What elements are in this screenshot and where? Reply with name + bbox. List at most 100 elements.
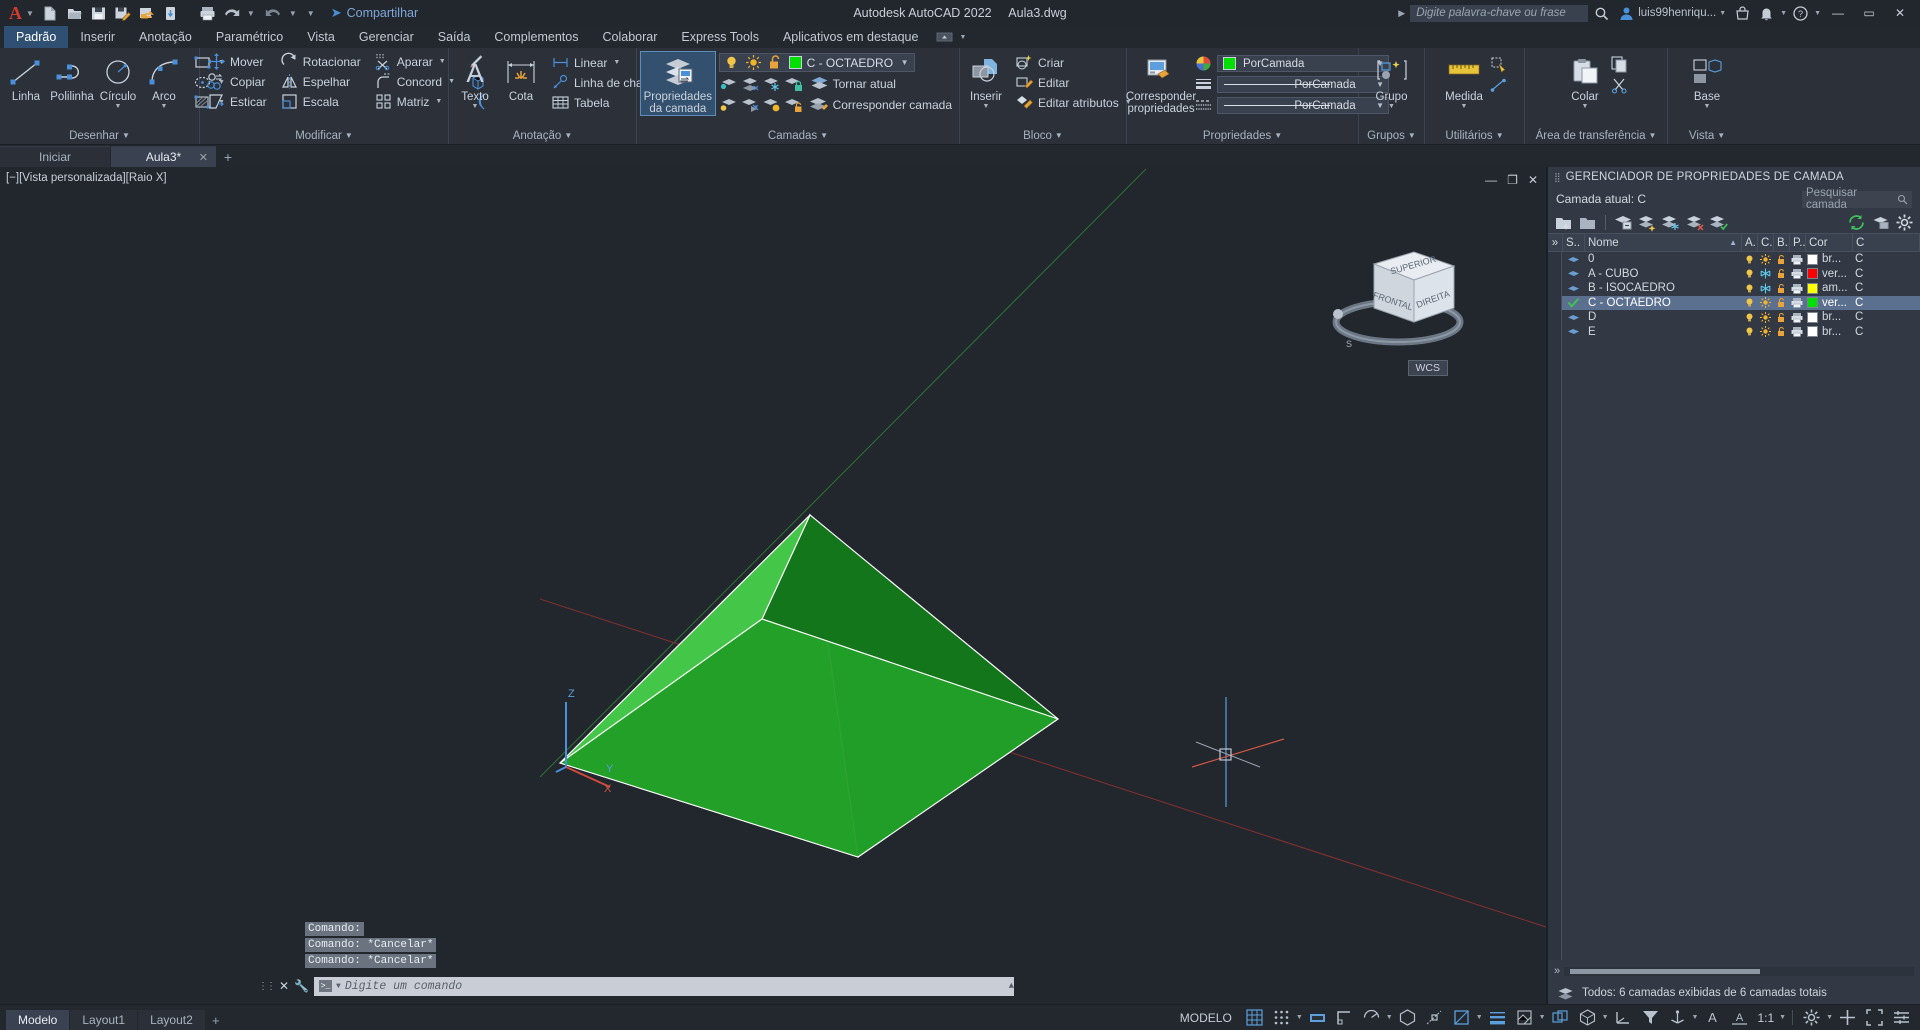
layer-check-icon[interactable]: [1710, 213, 1729, 232]
tool-inserir-bloco[interactable]: Inserir ▼: [964, 52, 1008, 110]
refresh-icon[interactable]: [1847, 213, 1866, 232]
column-cor[interactable]: Cor: [1806, 234, 1853, 251]
command-close-icon[interactable]: ✕: [279, 979, 289, 993]
tool-polilinha[interactable]: Polilinha: [50, 52, 94, 103]
ribbon-tab-vista[interactable]: Vista: [295, 26, 347, 48]
ribbon-tab-inserir[interactable]: Inserir: [68, 26, 127, 48]
chevron-down-icon[interactable]: ▼: [472, 103, 479, 110]
layer-off-icon[interactable]: [741, 74, 760, 93]
annotation-visibility-icon[interactable]: A: [1700, 1007, 1725, 1029]
dynamic-ucs-icon[interactable]: [1611, 1007, 1636, 1029]
new-layer-icon[interactable]: [1554, 213, 1573, 232]
redo-chevron-icon[interactable]: ▼: [287, 9, 303, 18]
drawing-canvas[interactable]: [−][Vista personalizada][Raio X] — ❐ ✕ Z…: [0, 167, 1546, 1004]
layer-state-new-icon[interactable]: [1662, 213, 1681, 232]
layer-on-icon[interactable]: [741, 95, 760, 114]
new-layer-vp-icon[interactable]: [1578, 213, 1597, 232]
layer-color-swatch[interactable]: [788, 56, 802, 69]
command-input[interactable]: >_ ▼ Digite um comando ▲: [314, 976, 1015, 996]
row-freeze-icon[interactable]: [1757, 310, 1773, 325]
tool-medida[interactable]: Medida ▼: [1441, 52, 1487, 110]
chevron-down-icon[interactable]: ▼: [345, 131, 353, 140]
row-freeze-icon[interactable]: [1757, 325, 1773, 340]
bell-notification-icon[interactable]: [1756, 3, 1777, 23]
command-expand-icon[interactable]: ▲: [1009, 981, 1014, 991]
row-extra[interactable]: C: [1852, 281, 1920, 296]
color-wheel-icon[interactable]: [1194, 54, 1213, 73]
ribbon-tab-saida[interactable]: Saída: [426, 26, 483, 48]
search-expand-icon[interactable]: ▶: [1398, 8, 1405, 19]
quick-select-icon[interactable]: [1489, 55, 1508, 74]
row-color[interactable]: ver...: [1805, 267, 1852, 282]
osnap3d-chevron-icon[interactable]: ▼: [1602, 1014, 1609, 1021]
row-plot-icon[interactable]: [1789, 325, 1805, 340]
snap-chevron-icon[interactable]: ▼: [1296, 1014, 1303, 1021]
table-row[interactable]: D br... C: [1562, 310, 1920, 325]
row-on-icon[interactable]: [1741, 281, 1757, 296]
chevron-down-icon[interactable]: ▼: [115, 103, 122, 110]
set-current-icon[interactable]: [1638, 213, 1657, 232]
row-status-icon[interactable]: [1562, 310, 1584, 325]
undo-icon[interactable]: [221, 3, 243, 24]
tool-criar-bloco[interactable]: Criar: [1012, 53, 1135, 72]
layer-unlock-icon[interactable]: [784, 95, 804, 114]
layer-search-input[interactable]: Pesquisar camada: [1802, 187, 1912, 211]
tool-corresponder-propriedades[interactable]: Corresponder propriedades: [1126, 52, 1196, 115]
row-extra[interactable]: C: [1852, 310, 1920, 325]
chevron-down-icon[interactable]: ▼: [983, 103, 990, 110]
row-current-check-icon[interactable]: [1562, 296, 1584, 311]
chevron-down-icon[interactable]: ▼: [1582, 103, 1589, 110]
ribbon-tab-express-tools[interactable]: Express Tools: [669, 26, 771, 48]
row-on-icon[interactable]: [1741, 325, 1757, 340]
workspace-chevron-icon[interactable]: ▼: [1826, 1014, 1833, 1021]
layout-tab-modelo[interactable]: Modelo: [6, 1010, 70, 1030]
row-name[interactable]: B - ISOCAEDRO: [1584, 281, 1741, 296]
qat-customize-icon[interactable]: ▼: [305, 9, 321, 18]
row-extra[interactable]: C: [1852, 252, 1920, 267]
tool-rotacionar[interactable]: Rotacionar: [277, 52, 364, 71]
chevron-down-icon[interactable]: ▼: [1496, 131, 1504, 140]
chevron-down-icon[interactable]: ▼: [435, 98, 442, 105]
table-row[interactable]: E br... C: [1562, 325, 1920, 340]
chevron-down-icon[interactable]: ▼: [564, 131, 572, 140]
tool-circulo[interactable]: Círculo ▼: [96, 52, 140, 110]
workspace-gear-icon[interactable]: [1799, 1007, 1824, 1029]
horizontal-scrollbar[interactable]: [1564, 966, 1914, 976]
column-expand[interactable]: »: [1548, 234, 1563, 251]
delete-layer-icon[interactable]: [1614, 213, 1633, 232]
tool-concordancia[interactable]: Concord ▼: [371, 72, 458, 91]
row-status-icon[interactable]: [1562, 281, 1584, 296]
cut-clip-icon[interactable]: [1610, 76, 1629, 95]
tool-editar-atributos[interactable]: Editar atributos ▼: [1012, 93, 1135, 112]
table-row[interactable]: 0 br... C: [1562, 252, 1920, 267]
isometric-draft-icon[interactable]: [1395, 1007, 1420, 1029]
customization-icon[interactable]: [1889, 1007, 1914, 1029]
export-icon[interactable]: [136, 3, 158, 24]
object-snap-tracking-icon[interactable]: [1422, 1007, 1447, 1029]
chevron-down-icon[interactable]: ▼: [820, 131, 828, 140]
panel-grip-icon[interactable]: ⣿: [1554, 173, 1561, 182]
save-icon[interactable]: [88, 3, 110, 24]
row-freeze-icon[interactable]: [1757, 267, 1773, 282]
row-extra[interactable]: C: [1852, 325, 1920, 340]
window-close-button[interactable]: ✕: [1886, 1, 1914, 25]
ribbon-tab-complementos[interactable]: Complementos: [482, 26, 590, 48]
row-plot-icon[interactable]: [1789, 310, 1805, 325]
ribbon-minimize-control[interactable]: ▼: [930, 26, 972, 48]
lineweight-icon[interactable]: [1485, 1007, 1510, 1029]
cloud-sync-icon[interactable]: [160, 3, 182, 24]
column-freeze[interactable]: C.: [1758, 234, 1774, 251]
tool-arco[interactable]: Arco ▼: [142, 52, 186, 110]
tool-matriz[interactable]: Matriz ▼: [371, 92, 458, 111]
gizmo-icon[interactable]: [1665, 1007, 1690, 1029]
tool-base[interactable]: Base ▼: [1685, 52, 1729, 110]
row-status-icon[interactable]: [1562, 267, 1584, 282]
layer-settings-panel-icon[interactable]: [1871, 213, 1890, 232]
scrollbar-thumb[interactable]: [1570, 968, 1761, 974]
window-maximize-button[interactable]: ▭: [1855, 1, 1883, 25]
tool-escala[interactable]: Escala: [277, 92, 364, 111]
autodesk-app-store-icon[interactable]: [1732, 3, 1753, 23]
ribbon-tab-anotacao[interactable]: Anotação: [127, 26, 204, 48]
layer-freeze-all-icon[interactable]: [1686, 213, 1705, 232]
chevron-down-icon[interactable]: ▼: [1274, 131, 1282, 140]
